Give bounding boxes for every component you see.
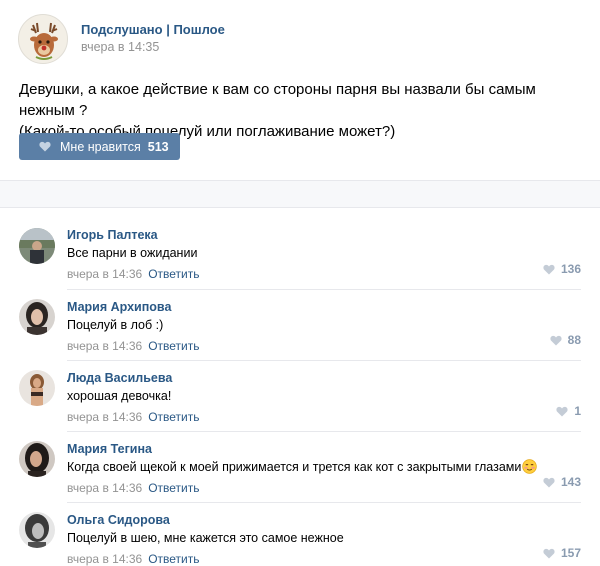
comment-time[interactable]: вчера в 14:36: [67, 480, 142, 496]
post-time[interactable]: вчера в 14:35: [81, 39, 225, 55]
comment-like-button[interactable]: 1: [556, 404, 581, 418]
avatar[interactable]: [19, 370, 55, 406]
comment-text: хорошая девочка!: [67, 389, 172, 403]
comment-like-count: 88: [567, 333, 581, 347]
heart-icon: [39, 141, 51, 152]
heart-icon: [543, 264, 555, 274]
comment-like-count: 1: [574, 404, 581, 418]
comment-time[interactable]: вчера в 14:36: [67, 551, 142, 566]
avatar[interactable]: [19, 228, 55, 264]
comment-text: Все парни в ожидании: [67, 246, 198, 260]
comment-like-button[interactable]: 136: [543, 262, 581, 276]
heart-icon: [543, 477, 555, 487]
comment-like-count: 143: [560, 475, 581, 489]
comment-text-content: Когда своей щекой к моей прижимается и т…: [67, 460, 522, 474]
comment-like-count: 157: [560, 546, 581, 560]
heart-icon: [550, 335, 562, 345]
post-text-line: Девушки, а какое действие к вам со сторо…: [19, 81, 536, 119]
comment-item: Люда Васильева хорошая девочка! вчера в …: [0, 360, 600, 431]
comment-author[interactable]: Игорь Палтека: [67, 227, 581, 243]
comment-item: Игорь Палтека Все парни в ожидании вчера…: [0, 218, 600, 289]
heart-icon: [556, 406, 568, 416]
like-label: Мне нравится: [60, 139, 141, 154]
reply-link[interactable]: Ответить: [148, 338, 199, 354]
comment-item: Ольга Сидорова Поцелуй в шею, мне кажетс…: [0, 502, 600, 566]
reply-link[interactable]: Ответить: [148, 266, 199, 282]
deer-icon: [30, 22, 58, 60]
comment-author[interactable]: Люда Васильева: [67, 370, 581, 386]
avatar[interactable]: [19, 441, 55, 477]
avatar[interactable]: [19, 512, 55, 548]
comment-author[interactable]: Мария Тегина: [67, 441, 581, 457]
comment-text: Поцелуй в лоб :): [67, 318, 164, 332]
blushing-smile-emoji-icon: [522, 459, 538, 474]
divider-band: [0, 180, 600, 208]
comment-time[interactable]: вчера в 14:36: [67, 266, 142, 282]
comment-time[interactable]: вчера в 14:36: [67, 409, 142, 425]
comment-like-count: 136: [560, 262, 581, 276]
reply-link[interactable]: Ответить: [148, 480, 199, 496]
comment-author[interactable]: Ольга Сидорова: [67, 512, 581, 528]
reply-link[interactable]: Ответить: [148, 409, 199, 425]
comments-list: Игорь Палтека Все парни в ожидании вчера…: [0, 218, 600, 566]
comment-text: Поцелуй в шею, мне кажется это самое неж…: [67, 531, 344, 545]
reply-link[interactable]: Ответить: [148, 551, 199, 566]
like-button[interactable]: Мне нравится 513: [19, 133, 180, 160]
group-avatar[interactable]: [18, 14, 68, 64]
comment-author[interactable]: Мария Архипова: [67, 299, 581, 315]
post-header: Подслушано | Пошлое вчера в 14:35: [18, 14, 225, 64]
comment-like-button[interactable]: 88: [550, 333, 581, 347]
comment-time[interactable]: вчера в 14:36: [67, 338, 142, 354]
comment-item: Мария Архипова Поцелуй в лоб :) вчера в …: [0, 289, 600, 360]
comment-like-button[interactable]: 143: [543, 475, 581, 489]
like-count: 513: [147, 139, 169, 154]
group-name[interactable]: Подслушано | Пошлое: [81, 22, 225, 38]
heart-icon: [543, 548, 555, 558]
comment-like-button[interactable]: 157: [543, 546, 581, 560]
comment-text: Когда своей щекой к моей прижимается и т…: [67, 459, 581, 475]
comment-item: Мария Тегина Когда своей щекой к моей пр…: [0, 431, 600, 502]
avatar[interactable]: [19, 299, 55, 335]
